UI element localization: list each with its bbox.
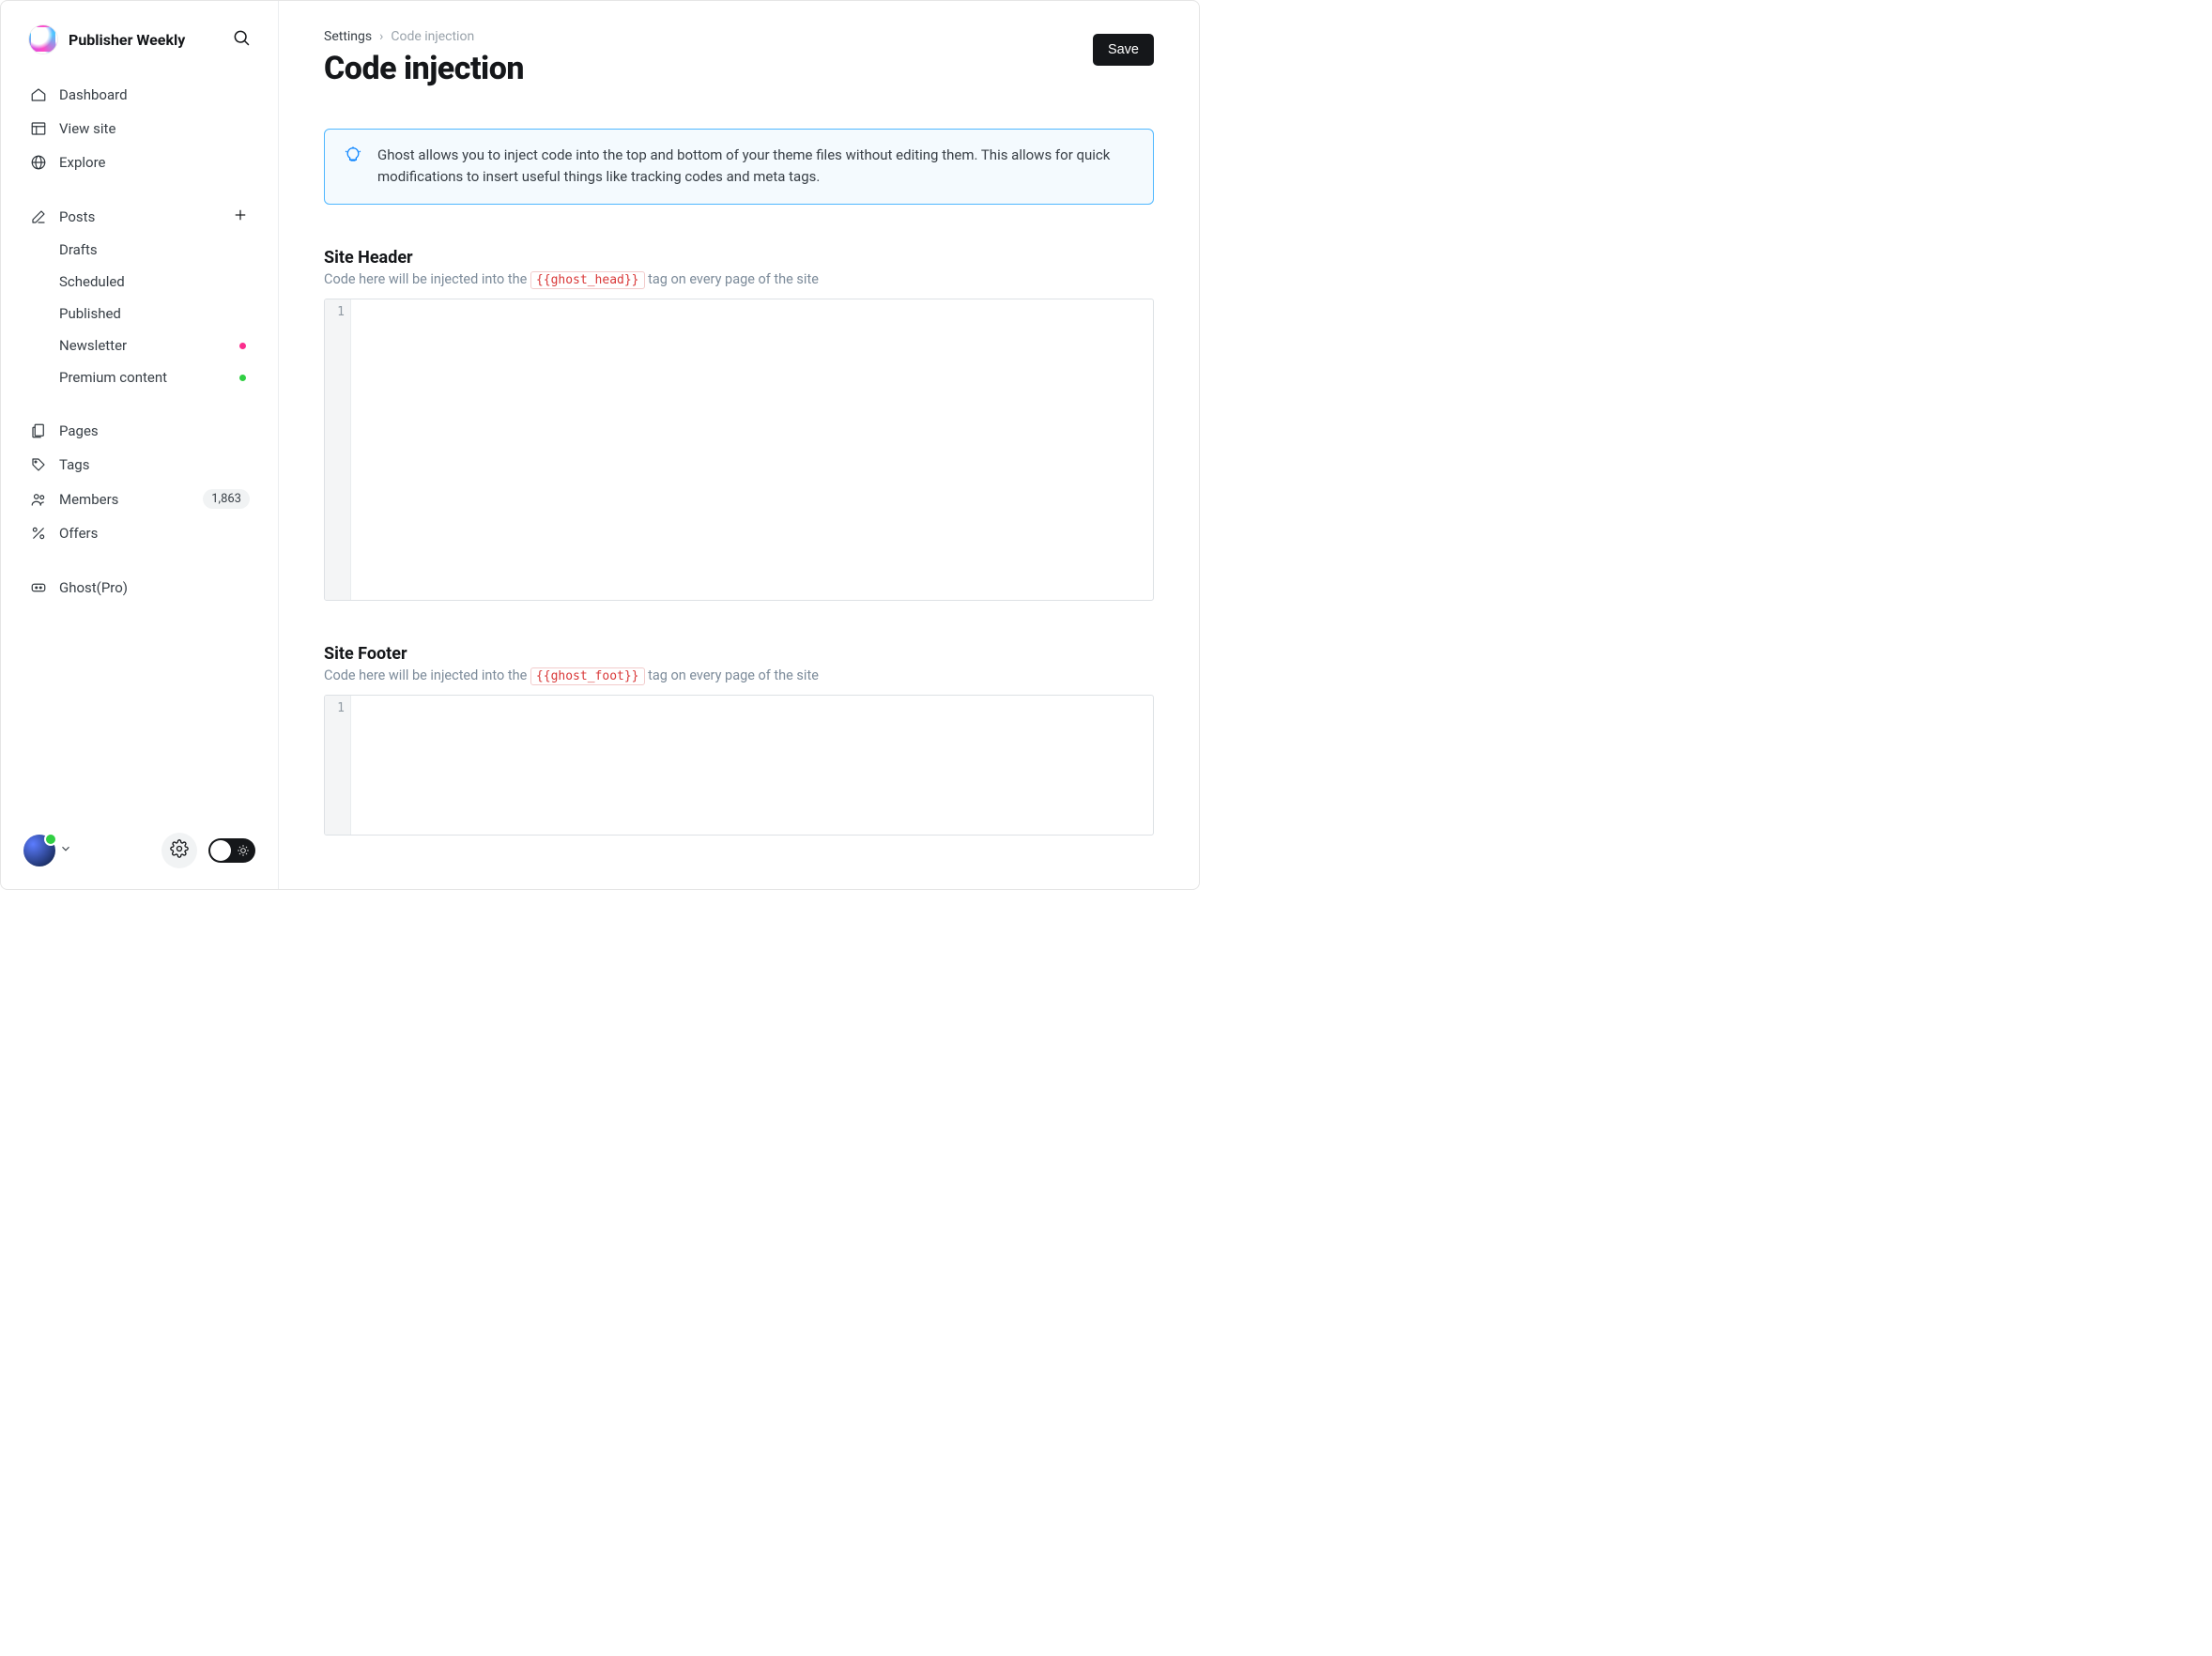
site-footer-section: Site Footer Code here will be injected i… <box>324 644 1154 836</box>
sidebar-item-dashboard[interactable]: Dashboard <box>18 78 261 112</box>
search-icon <box>232 28 251 51</box>
sidebar-item-label: Members <box>59 491 118 508</box>
save-button[interactable]: Save <box>1093 34 1154 66</box>
sidebar-item-pages[interactable]: Pages <box>18 414 261 448</box>
editor-gutter: 1 <box>325 299 351 600</box>
section-description: Code here will be injected into the {{gh… <box>324 271 1154 287</box>
sidebar-item-label: Ghost(Pro) <box>59 579 128 596</box>
main-header: Settings › Code injection Code injection… <box>324 29 1154 87</box>
nav-group-manage: Pages Tags Members 1,863 Offers <box>1 410 278 567</box>
sidebar-item-premium-content[interactable]: Premium content <box>18 361 261 393</box>
section-description: Code here will be injected into the {{gh… <box>324 667 1154 683</box>
nav-group-main: Dashboard View site Explore <box>1 74 278 196</box>
sidebar-item-posts[interactable]: Posts <box>18 200 261 234</box>
sidebar-item-drafts[interactable]: Drafts <box>18 234 261 266</box>
sidebar-item-explore[interactable]: Explore <box>18 146 261 179</box>
sidebar-item-newsletter[interactable]: Newsletter <box>18 330 261 361</box>
pages-icon <box>29 422 48 440</box>
sidebar-item-label: View site <box>59 120 115 137</box>
status-dot-icon <box>239 343 246 349</box>
nav-group-ghostpro: Ghost(Pro) <box>1 567 278 621</box>
site-footer-editor[interactable]: 1 <box>324 695 1154 836</box>
page-title: Code injection <box>324 50 524 87</box>
sidebar-item-label: Explore <box>59 154 106 171</box>
settings-button[interactable] <box>161 833 197 868</box>
sidebar-item-tags[interactable]: Tags <box>18 448 261 482</box>
home-icon <box>29 85 48 104</box>
sidebar-item-scheduled[interactable]: Scheduled <box>18 266 261 298</box>
sidebar-item-published[interactable]: Published <box>18 298 261 330</box>
new-post-button[interactable] <box>231 207 250 226</box>
gear-icon <box>170 839 189 862</box>
user-menu-button[interactable] <box>23 835 72 866</box>
editor-gutter: 1 <box>325 696 351 835</box>
search-button[interactable] <box>231 29 252 50</box>
site-logo[interactable] <box>29 25 57 54</box>
plus-icon <box>232 207 249 227</box>
sidebar-item-label: Published <box>59 305 121 322</box>
sidebar-item-label: Newsletter <box>59 337 127 354</box>
site-header-section: Site Header Code here will be injected i… <box>324 248 1154 601</box>
section-title: Site Header <box>324 248 1154 268</box>
sidebar-item-label: Drafts <box>59 241 98 258</box>
sidebar-item-view-site[interactable]: View site <box>18 112 261 146</box>
editor-content[interactable] <box>351 299 1153 600</box>
sidebar-item-label: Offers <box>59 525 98 542</box>
sidebar-item-label: Premium content <box>59 369 167 386</box>
sun-icon <box>237 844 250 857</box>
toggle-knob <box>210 840 231 861</box>
ghost-foot-tag: {{ghost_foot}} <box>530 667 645 685</box>
sidebar-item-offers[interactable]: Offers <box>18 516 261 550</box>
edit-icon <box>29 207 48 226</box>
card-icon <box>29 578 48 597</box>
percent-icon <box>29 524 48 543</box>
site-title[interactable]: Publisher Weekly <box>69 31 220 49</box>
breadcrumb-current: Code injection <box>391 29 474 44</box>
sidebar-item-label: Posts <box>59 208 95 225</box>
chevron-down-icon <box>59 842 72 859</box>
sidebar: Publisher Weekly Dashboard View site Exp… <box>1 1 279 889</box>
info-banner: Ghost allows you to inject code into the… <box>324 129 1154 205</box>
globe-icon <box>29 153 48 172</box>
sidebar-footer <box>1 833 278 872</box>
lightbulb-icon <box>344 146 362 189</box>
sidebar-item-label: Pages <box>59 422 99 439</box>
members-count-badge: 1,863 <box>203 489 250 509</box>
breadcrumb: Settings › Code injection <box>324 29 524 44</box>
avatar <box>23 835 55 866</box>
sidebar-header: Publisher Weekly <box>1 25 278 74</box>
tag-icon <box>29 455 48 474</box>
members-icon <box>29 490 48 509</box>
ghost-head-tag: {{ghost_head}} <box>530 271 645 289</box>
sidebar-item-members[interactable]: Members 1,863 <box>18 482 261 516</box>
sidebar-item-label: Tags <box>59 456 89 473</box>
editor-content[interactable] <box>351 696 1153 835</box>
main-content: Settings › Code injection Code injection… <box>279 1 1199 889</box>
section-title: Site Footer <box>324 644 1154 664</box>
layout-icon <box>29 119 48 138</box>
sidebar-item-ghostpro[interactable]: Ghost(Pro) <box>18 571 261 605</box>
sidebar-item-label: Scheduled <box>59 273 125 290</box>
breadcrumb-root[interactable]: Settings <box>324 29 372 44</box>
info-text: Ghost allows you to inject code into the… <box>377 145 1134 189</box>
theme-toggle[interactable] <box>208 838 255 863</box>
chevron-right-icon: › <box>379 29 383 44</box>
status-dot-icon <box>239 375 246 381</box>
sidebar-item-label: Dashboard <box>59 86 128 103</box>
site-header-editor[interactable]: 1 <box>324 299 1154 601</box>
nav-group-posts: Posts Drafts Scheduled Published Newslet… <box>1 196 278 410</box>
